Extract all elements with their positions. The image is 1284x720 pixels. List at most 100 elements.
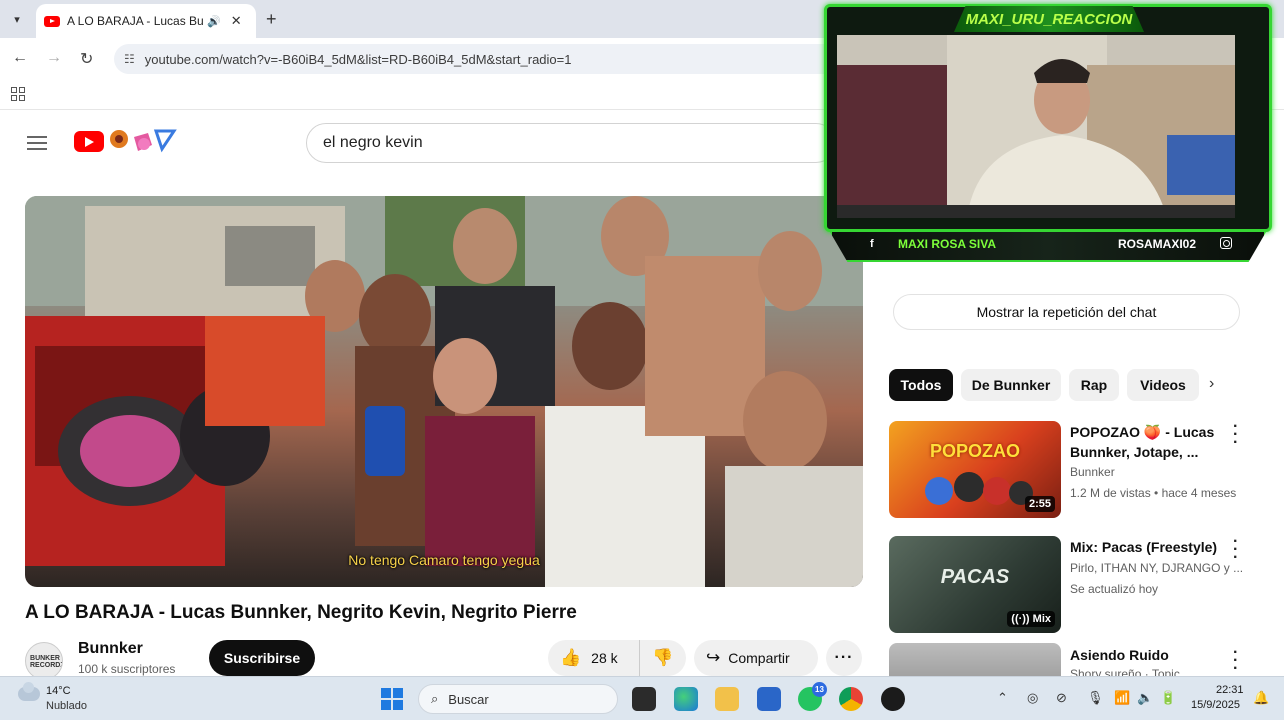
channel-avatar-text: BUNKER RECORDZ xyxy=(30,655,63,669)
microsoft-store-icon[interactable] xyxy=(757,687,781,711)
more-vertical-icon[interactable]: · · · xyxy=(1233,534,1238,566)
chat-replay-button[interactable]: Mostrar la repetición del chat xyxy=(893,294,1240,330)
file-explorer-icon[interactable] xyxy=(715,687,739,711)
thumbs-down-icon: 👎 xyxy=(652,648,674,667)
tab-title: A LO BARAJA - Lucas Bunnker xyxy=(67,14,203,28)
windows-taskbar: 14°C Nublado ⌕ Buscar 13 ⌃ ◎ ⊘ 🎙 📶 🔈 🔋 2… xyxy=(0,676,1284,720)
video-title: A LO BARAJA - Lucas Bunnker, Negrito Kev… xyxy=(25,602,577,623)
whatsapp-notification-badge: 13 xyxy=(812,682,827,697)
reload-icon[interactable]: ↻ xyxy=(80,49,93,69)
youtube-logo-icon[interactable] xyxy=(74,131,104,152)
youtube-favicon-icon xyxy=(44,15,60,27)
channel-avatar[interactable]: BUNKER RECORDZ xyxy=(25,642,63,680)
doodle-logo-icon[interactable] xyxy=(108,127,178,157)
chrome-icon[interactable] xyxy=(839,687,863,711)
like-count: 28 k xyxy=(591,650,618,666)
weather-description[interactable]: Nublado xyxy=(46,700,87,712)
battery-icon[interactable]: 🔋 xyxy=(1160,690,1176,706)
overlay-social-bar: f MAXI ROSA SIVA ROSAMAXI02 xyxy=(830,232,1266,262)
clock-date[interactable]: 15/9/2025 xyxy=(1191,699,1240,711)
browser-tab-active[interactable]: A LO BARAJA - Lucas Bunnker 🔊 ✕ xyxy=(36,4,256,38)
dislike-button[interactable]: 👎 xyxy=(640,648,686,668)
share-button[interactable]: ↪ Compartir xyxy=(694,640,818,676)
recorder-app-icon[interactable] xyxy=(881,687,905,711)
new-tab-plus-icon[interactable]: + xyxy=(266,9,277,30)
facebook-name: MAXI ROSA SIVA xyxy=(898,237,997,251)
chip-de-bunnker[interactable]: De Bunnker xyxy=(961,369,1061,401)
recommendation-title[interactable]: Mix: Pacas (Freestyle) xyxy=(1070,537,1230,557)
share-arrow-icon: ↪ xyxy=(706,648,721,667)
channel-row: BUNKER RECORDZ Bunnker 100 k suscriptore… xyxy=(25,640,865,680)
edge-browser-icon[interactable] xyxy=(674,687,698,711)
mix-badge: ((·)) Mix xyxy=(1007,611,1055,627)
like-button[interactable]: 👍 28 k xyxy=(548,640,640,676)
overlay-frame xyxy=(824,4,1272,232)
tray-camera-off-icon[interactable]: ⊘ xyxy=(1056,690,1067,706)
video-player[interactable]: No tengo Camaro tengo yegua xyxy=(25,196,863,587)
tab-search-chevron-icon[interactable]: ▾ xyxy=(6,8,28,30)
url-text: youtube.com/watch?v=-B60iB4_5dM&list=RD-… xyxy=(144,51,572,67)
windows-start-icon[interactable] xyxy=(381,688,403,710)
chip-rap[interactable]: Rap xyxy=(1069,369,1119,401)
notification-bell-icon[interactable]: 🔔 xyxy=(1253,690,1269,706)
cloud-weather-icon[interactable] xyxy=(18,682,40,701)
recommendation-meta: Se actualizó hoy xyxy=(1070,582,1159,596)
recommendation-thumbnail[interactable] xyxy=(889,643,1061,676)
more-vertical-icon[interactable]: · · · xyxy=(1233,645,1238,677)
recommendation-channel: Shory sureño · Topic xyxy=(1070,667,1180,676)
share-label: Compartir xyxy=(728,650,790,666)
recommendation-channel: Pirlo, ITHAN NY, DJRANGO y ... xyxy=(1070,561,1244,575)
more-actions-button[interactable]: ··· xyxy=(826,640,862,676)
webcam-scene xyxy=(837,35,1235,218)
video-frame-scene xyxy=(25,196,863,587)
duration-badge: 2:55 xyxy=(1024,496,1055,512)
webcam-feed xyxy=(837,35,1235,218)
like-dislike-group: 👍 28 k 👎 xyxy=(548,640,686,676)
recommendation-item[interactable]: Asiendo Ruido Shory sureño · Topic · · · xyxy=(889,643,1249,676)
tray-app-icon[interactable]: ◎ xyxy=(1027,690,1038,706)
more-vertical-icon[interactable]: · · · xyxy=(1233,419,1238,451)
screen: ▾ A LO BARAJA - Lucas Bunnker 🔊 ✕ + ← → … xyxy=(0,0,1284,720)
tray-chevron-up-icon[interactable]: ⌃ xyxy=(997,690,1008,706)
recommendation-thumbnail[interactable]: PACAS ((·)) Mix xyxy=(889,536,1061,633)
chevron-right-icon[interactable]: › xyxy=(1209,375,1214,393)
speaker-icon[interactable]: 🔊 xyxy=(207,15,221,28)
recommendation-title[interactable]: POPOZAO 🍑 - Lucas Bunnker, Jotape, ... xyxy=(1070,422,1230,462)
recommendation-item[interactable]: POPOZAO 2:55 POPOZAO 🍑 - Lucas Bunnker, … xyxy=(889,419,1249,521)
search-query-text: el negro kevin xyxy=(323,134,423,151)
recommendation-meta: 1.2 M de vistas • hace 4 meses xyxy=(1070,486,1237,500)
task-view-icon[interactable] xyxy=(632,687,656,711)
wifi-icon[interactable]: 📶 xyxy=(1114,690,1130,706)
filter-chips: Todos De Bunnker Rap Videos › xyxy=(889,369,1239,403)
video-subtitle: No tengo Camaro tengo yegua xyxy=(348,552,540,568)
apps-grid-icon[interactable] xyxy=(11,87,25,101)
recommendation-thumbnail[interactable]: POPOZAO 2:55 xyxy=(889,421,1061,518)
recommendation-item[interactable]: PACAS ((·)) Mix Mix: Pacas (Freestyle) P… xyxy=(889,534,1249,636)
streamer-overlay: MAXI_URU_REACCION f MAXI ROSA SIVA ROSAM… xyxy=(824,4,1272,266)
taskbar-search[interactable]: ⌕ Buscar xyxy=(418,684,618,714)
facebook-icon: f xyxy=(870,238,874,250)
channel-name[interactable]: Bunnker xyxy=(78,640,143,658)
back-arrow-icon[interactable]: ← xyxy=(12,49,28,67)
close-tab-icon[interactable]: ✕ xyxy=(231,13,242,29)
subscribe-button[interactable]: Suscribirse xyxy=(209,640,315,676)
search-icon: ⌕ xyxy=(431,691,439,706)
search-input[interactable]: el negro kevin xyxy=(306,123,836,163)
clock-time[interactable]: 22:31 xyxy=(1216,684,1244,696)
address-bar[interactable]: ☷ youtube.com/watch?v=-B60iB4_5dM&list=R… xyxy=(114,44,944,74)
volume-icon[interactable]: 🔈 xyxy=(1137,690,1153,706)
chip-todos[interactable]: Todos xyxy=(889,369,953,401)
overlay-title: MAXI_URU_REACCION xyxy=(954,6,1144,32)
more-horizontal-icon: ··· xyxy=(834,649,854,666)
menu-hamburger-icon[interactable] xyxy=(27,136,47,150)
microphone-icon[interactable]: 🎙 xyxy=(1087,690,1104,706)
site-info-icon[interactable]: ☷ xyxy=(124,52,135,66)
weather-temperature[interactable]: 14°C xyxy=(46,685,71,697)
forward-arrow-icon[interactable]: → xyxy=(46,49,62,67)
chip-videos[interactable]: Videos xyxy=(1127,369,1199,401)
recommendation-channel: Bunnker xyxy=(1070,465,1115,479)
instagram-name: ROSAMAXI02 xyxy=(1118,237,1197,251)
recommendation-title[interactable]: Asiendo Ruido xyxy=(1070,645,1230,665)
thumb-text: PACAS xyxy=(940,566,1010,588)
thumb-text: POPOZAO xyxy=(929,441,1020,461)
